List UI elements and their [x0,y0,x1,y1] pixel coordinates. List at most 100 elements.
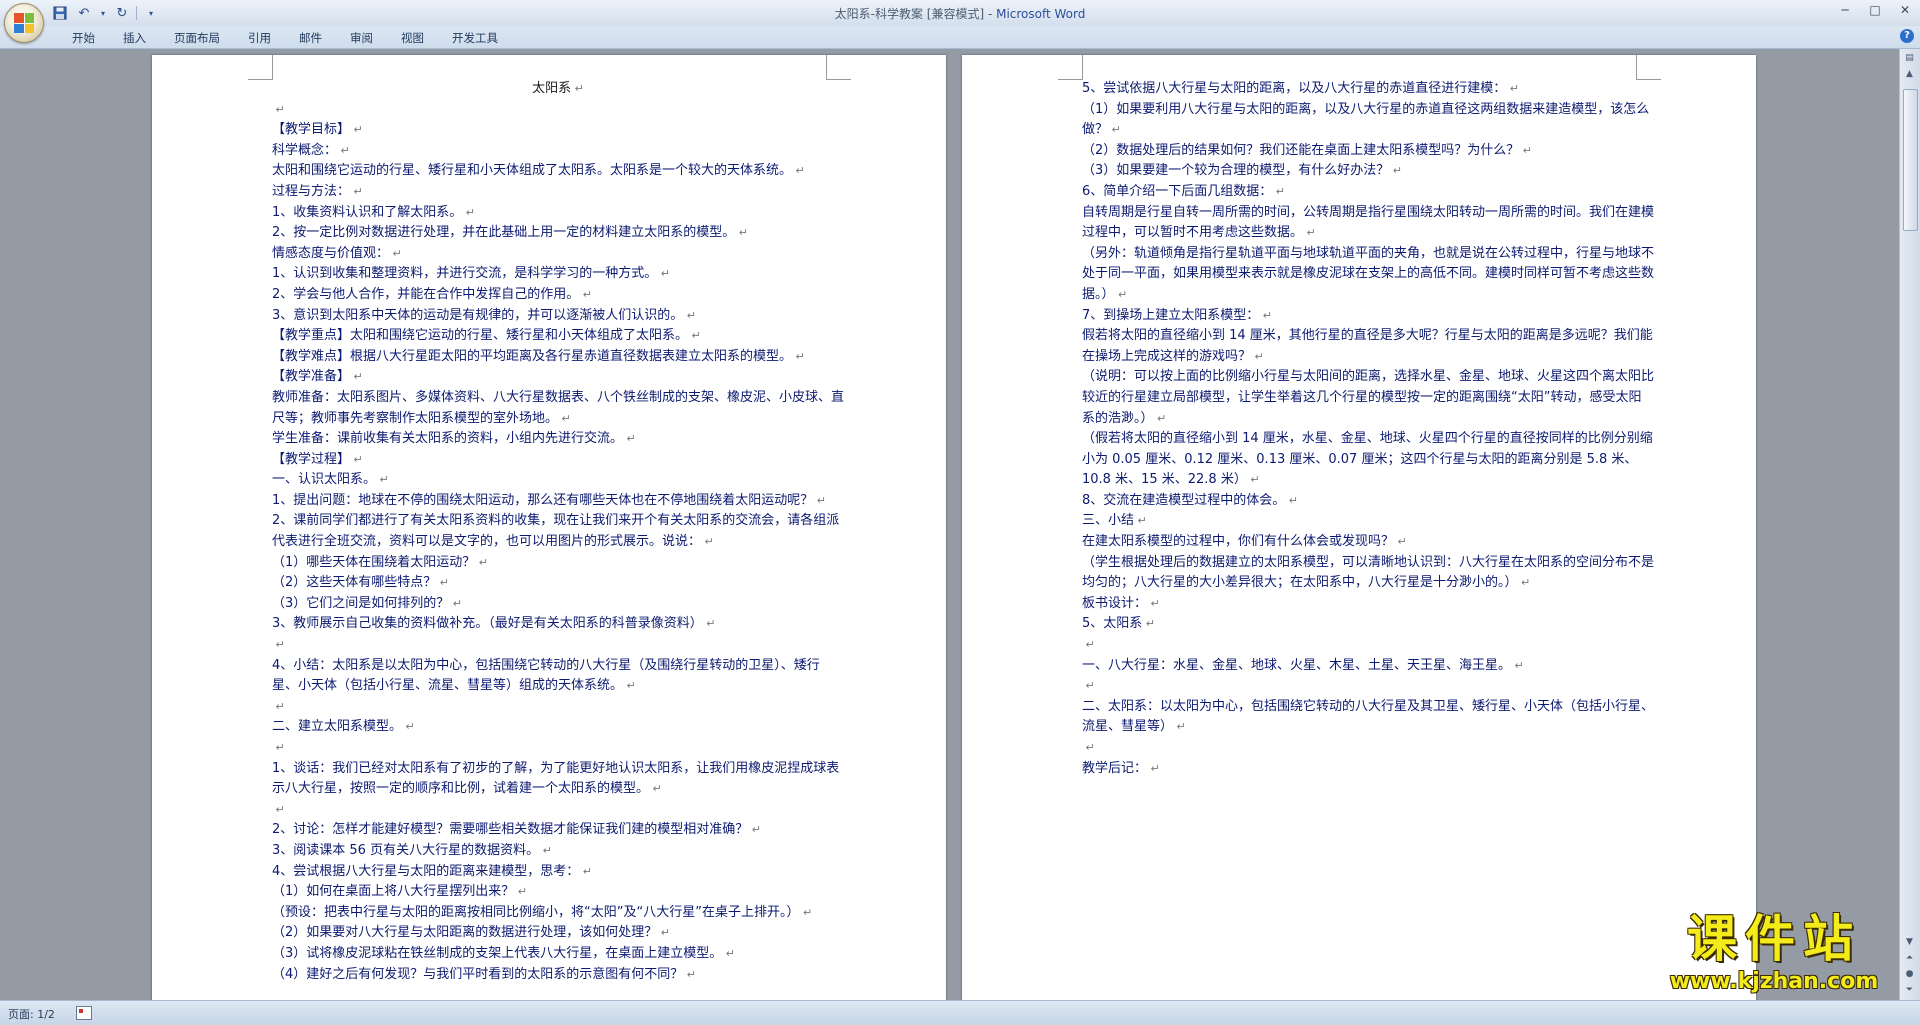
tab-7[interactable]: 开发工具 [438,29,512,47]
paragraph[interactable] [1082,635,1654,656]
proofing-icon[interactable] [76,1006,92,1020]
paragraph[interactable]: 教学后记： [1082,759,1654,780]
paragraph[interactable]: 1、收集资料认识和了解太阳系。 [272,203,844,224]
paragraph[interactable]: 自转周期是行星自转一周所需的时间，公转周期是指行星围绕太阳转动一周所需的时间。我… [1082,203,1654,244]
crop-mark [1636,55,1661,80]
paragraph[interactable]: 2、讨论：怎样才能建好模型？需要哪些相关数据才能保证我们建的模型相对准确？ [272,820,844,841]
paragraph[interactable]: 3、教师展示自己收集的资料做补充。（最好是有关太阳系的科普录像资料） [272,614,844,635]
document-heading[interactable]: 太阳系 [272,79,844,100]
page-1[interactable]: 太阳系【教学目标】科学概念：太阳和围绕它运动的行星、矮行星和小天体组成了太阳系。… [152,55,946,1001]
ruler-toggle-icon[interactable]: ▤ [1902,51,1917,65]
paragraph[interactable] [272,635,844,656]
paragraph[interactable]: 过程与方法： [272,182,844,203]
paragraph[interactable]: 8、交流在建造模型过程中的体会。 [1082,491,1654,512]
paragraph[interactable]: 在建太阳系模型的过程中，你们有什么体会或发现吗？ [1082,532,1654,553]
paragraph[interactable]: 5、尝试依据八大行星与太阳的距离，以及八大行星的赤道直径进行建模： [1082,79,1654,100]
paragraph[interactable]: 2、课前同学们都进行了有关太阳系资料的收集，现在让我们来开个有关太阳系的交流会，… [272,511,844,552]
page-2[interactable]: 5、尝试依据八大行星与太阳的距离，以及八大行星的赤道直径进行建模：（1）如果要利… [962,55,1756,1001]
paragraph[interactable]: （3）试将橡皮泥球粘在铁丝制成的支架上代表八大行星，在桌面上建立模型。 [272,944,844,965]
paragraph[interactable]: 【教学难点】根据八大行星距太阳的平均距离及各行星赤道直径数据表建立太阳系的模型。 [272,347,844,368]
paragraph[interactable]: 学生准备：课前收集有关太阳系的资料，小组内先进行交流。 [272,429,844,450]
paragraph[interactable]: 【教学准备】 [272,367,844,388]
watermark-text: 课件站 [1687,910,1861,968]
paragraph[interactable]: （2）数据处理后的结果如何？我们还能在桌面上建太阳系模型吗？为什么？ [1082,141,1654,162]
next-page-icon[interactable]: ⏷ [1902,983,1917,997]
paragraph[interactable]: （1）如果要利用八大行星与太阳的距离，以及八大行星的赤道直径这两组数据来建造模型… [1082,100,1654,141]
paragraph[interactable]: （2）这些天体有哪些特点？ [272,573,844,594]
paragraph[interactable]: 【教学目标】 [272,120,844,141]
paragraph[interactable]: 2、按一定比例对数据进行处理，并在此基础上用一定的材料建立太阳系的模型。 [272,223,844,244]
scrollbar-thumb[interactable] [1903,89,1918,231]
window-controls: ─ □ ✕ [1830,0,1920,20]
paragraph[interactable]: 【教学重点】太阳和围绕它运动的行星、矮行星和小天体组成了太阳系。 [272,326,844,347]
document-area[interactable]: 太阳系【教学目标】科学概念：太阳和围绕它运动的行星、矮行星和小天体组成了太阳系。… [0,49,1900,1001]
tab-3[interactable]: 引用 [234,29,285,47]
tab-5[interactable]: 审阅 [336,29,387,47]
paragraph[interactable]: 4、尝试根据八大行星与太阳的距离来建模型，思考： [272,862,844,883]
paragraph[interactable]: （另外：轨道倾角是指行星轨道平面与地球轨道平面的夹角，也就是说在公转过程中，行星… [1082,244,1654,306]
tab-4[interactable]: 邮件 [285,29,336,47]
tab-2[interactable]: 页面布局 [160,29,234,47]
office-button[interactable] [4,3,44,43]
paragraph[interactable]: 太阳和围绕它运动的行星、矮行星和小天体组成了太阳系。太阳系是一个较大的天体系统。 [272,161,844,182]
previous-page-icon[interactable]: ⏶ [1902,951,1917,965]
paragraph[interactable] [272,100,844,121]
paragraph[interactable]: （假若将太阳的直径缩小到 14 厘米，水星、金星、地球、火星四个行星的直径按同样… [1082,429,1654,491]
page-2-content[interactable]: 5、尝试依据八大行星与太阳的距离，以及八大行星的赤道直径进行建模：（1）如果要利… [1082,79,1654,779]
paragraph[interactable]: 6、简单介绍一下后面几组数据： [1082,182,1654,203]
vertical-scrollbar[interactable]: ▤ ▲ ▼ ⏶ ● ⏷ [1899,49,1920,1001]
close-button[interactable]: ✕ [1890,0,1920,20]
paragraph[interactable]: （说明：可以按上面的比例缩小行星与太阳间的距离，选择水星、金星、地球、火星这四个… [1082,367,1654,429]
paragraph[interactable]: 2、学会与他人合作，并能在合作中发挥自己的作用。 [272,285,844,306]
ribbon-tabs: 开始 插入 页面布局 引用 邮件 审阅 视图 开发工具 [58,29,512,47]
paragraph[interactable]: 3、阅读课本 56 页有关八大行星的数据资料。 [272,841,844,862]
paragraph[interactable]: 三、小结 [1082,511,1654,532]
paragraph[interactable]: 5、太阳系 [1082,614,1654,635]
paragraph[interactable]: 科学概念： [272,141,844,162]
document-title: 太阳系-科学教案 [兼容模式] - [834,7,997,21]
paragraph[interactable]: 1、提出问题：地球在不停的围绕太阳运动，那么还有哪些天体也在不停地围绕着太阳运动… [272,491,844,512]
paragraph[interactable]: 一、八大行星：水星、金星、地球、火星、木星、土星、天王星、海王星。 [1082,656,1654,677]
paragraph[interactable]: （学生根据处理后的数据建立的太阳系模型，可以清晰地认识到：八大行星在太阳系的空间… [1082,553,1654,594]
tab-0[interactable]: 开始 [58,29,109,47]
paragraph[interactable]: 1、谈话：我们已经对太阳系有了初步的了解，为了能更好地认识太阳系，让我们用橡皮泥… [272,759,844,800]
paragraph[interactable]: 二、太阳系：以太阳为中心，包括围绕它转动的八大行星及其卫星、矮行星、小天体（包括… [1082,697,1654,738]
paragraph[interactable]: 教师准备：太阳系图片、多媒体资料、八大行星数据表、八个铁丝制成的支架、橡皮泥、小… [272,388,844,429]
paragraph[interactable]: （1）如何在桌面上将八大行星摆列出来？ [272,882,844,903]
paragraph[interactable]: 4、小结：太阳系是以太阳为中心，包括围绕它转动的八大行星（及围绕行星转动的卫星）… [272,656,844,697]
paragraph[interactable]: （1）哪些天体在围绕着太阳运动？ [272,553,844,574]
paragraph[interactable] [272,738,844,759]
page-count[interactable]: 页面: 1/2 [8,1006,55,1022]
paragraph[interactable]: 假若将太阳的直径缩小到 14 厘米，其他行星的直径是多大呢？行星与太阳的距离是多… [1082,326,1654,367]
paragraph[interactable]: （3）它们之间是如何排列的？ [272,594,844,615]
status-bar: 页面: 1/2 [0,1000,1920,1025]
paragraph[interactable]: 板书设计： [1082,594,1654,615]
paragraph[interactable]: （3）如果要建一个较为合理的模型，有什么好办法？ [1082,161,1654,182]
minimize-button[interactable]: ─ [1830,0,1860,20]
paragraph[interactable]: （4）建好之后有何发现？与我们平时看到的太阳系的示意图有何不同？ [272,965,844,986]
browse-object-icon[interactable]: ● [1902,967,1917,981]
paragraph[interactable] [1082,738,1654,759]
maximize-button[interactable]: □ [1860,0,1890,20]
watermark-url: www.kjzhan.com [1669,969,1879,994]
paragraph[interactable]: 情感态度与价值观： [272,244,844,265]
crop-mark [826,55,851,80]
paragraph[interactable]: 3、意识到太阳系中天体的运动是有规律的，并可以逐渐被人们认识的。 [272,306,844,327]
scroll-down-icon[interactable]: ▼ [1902,935,1917,949]
help-icon[interactable]: ? [1900,29,1914,43]
paragraph[interactable] [272,697,844,718]
paragraph[interactable]: 1、认识到收集和整理资料，并进行交流，是科学学习的一种方式。 [272,264,844,285]
tab-6[interactable]: 视图 [387,29,438,47]
page-1-content[interactable]: 太阳系【教学目标】科学概念：太阳和围绕它运动的行星、矮行星和小天体组成了太阳系。… [272,79,844,985]
paragraph[interactable]: （预设：把表中行星与太阳的距离按相同比例缩小，将“太阳”及“八大行星”在桌子上排… [272,903,844,924]
paragraph[interactable]: 二、建立太阳系模型。 [272,717,844,738]
paragraph[interactable]: （2）如果要对八大行星与太阳距离的数据进行处理，该如何处理？ [272,923,844,944]
tab-1[interactable]: 插入 [109,29,160,47]
scroll-up-icon[interactable]: ▲ [1902,67,1917,81]
paragraph[interactable] [1082,676,1654,697]
paragraph[interactable]: 【教学过程】 [272,450,844,471]
paragraph[interactable] [272,800,844,821]
paragraph[interactable]: 一、认识太阳系。 [272,470,844,491]
ribbon-tab-bar: 开始 插入 页面布局 引用 邮件 审阅 视图 开发工具 ? [0,26,1920,49]
paragraph[interactable]: 7、到操场上建立太阳系模型： [1082,306,1654,327]
